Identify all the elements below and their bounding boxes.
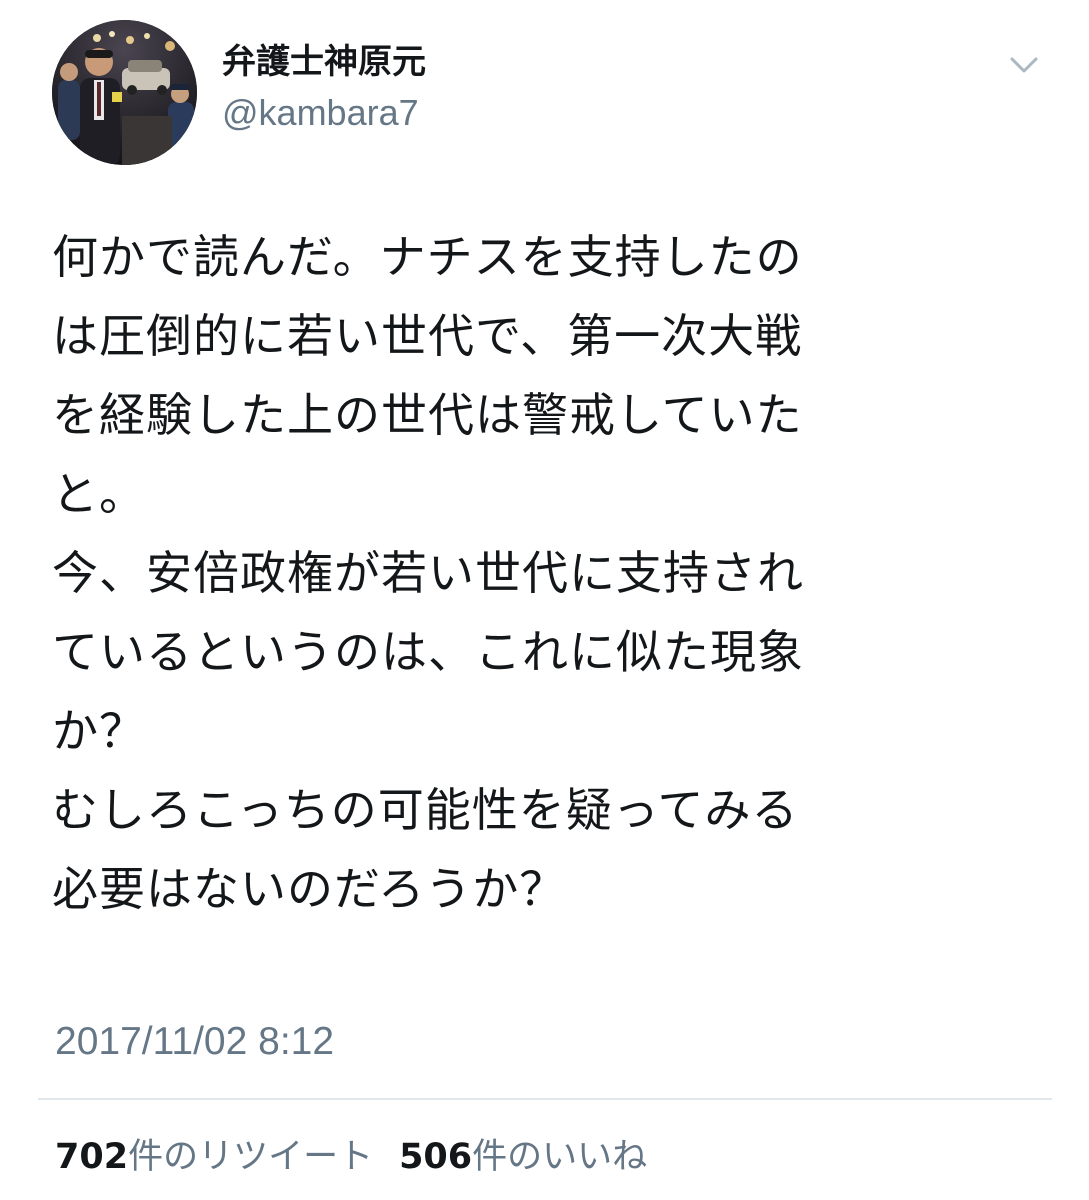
display-name[interactable]: 弁護士神原元: [222, 40, 426, 84]
tweet-timestamp[interactable]: 2017/11/02 8:12: [55, 1018, 334, 1066]
tweet-text-line: と。: [52, 467, 146, 521]
tweet-text: 何かで読んだ。ナチスを支持したの は圧倒的に若い世代で、第一次大戦 を経験した上…: [52, 218, 1042, 929]
tweet: 弁護士神原元 @kambara7 何かで読んだ。ナチスを支持したの は圧倒的に若…: [0, 0, 1089, 1200]
user-names: 弁護士神原元 @kambara7: [222, 40, 426, 136]
retweets-stat[interactable]: 702件のリツイート: [55, 1132, 373, 1182]
chevron-down-icon[interactable]: [1004, 50, 1044, 80]
tweet-text-line: 何かで読んだ。ナチスを支持したの: [52, 230, 803, 284]
avatar-photo: [52, 20, 197, 165]
likes-label: 件のいいね: [472, 1137, 648, 1177]
divider: [38, 1098, 1052, 1100]
tweet-text-line: か？: [52, 704, 146, 758]
likes-count: 506: [399, 1137, 473, 1177]
user-handle[interactable]: @kambara7: [222, 90, 426, 136]
tweet-text-line: ているというのは、これに似た現象: [52, 625, 804, 679]
tweet-text-line: 必要はないのだろうか？: [52, 862, 567, 916]
likes-stat[interactable]: 506件のいいね: [399, 1132, 647, 1182]
tweet-text-line: を経験した上の世代は警戒していた: [52, 388, 803, 442]
tweet-text-line: は圧倒的に若い世代で、第一次大戦: [52, 309, 803, 363]
tweet-text-line: 今、安倍政権が若い世代に支持され: [52, 546, 804, 600]
tweet-text-line: むしろこっちの可能性を疑ってみる: [52, 783, 799, 837]
tweet-header: 弁護士神原元 @kambara7: [52, 20, 1052, 165]
tweet-stats: 702件のリツイート 506件のいいね: [55, 1132, 673, 1182]
avatar[interactable]: [52, 20, 197, 165]
retweets-count: 702: [55, 1137, 129, 1177]
retweets-label: 件のリツイート: [128, 1137, 374, 1177]
